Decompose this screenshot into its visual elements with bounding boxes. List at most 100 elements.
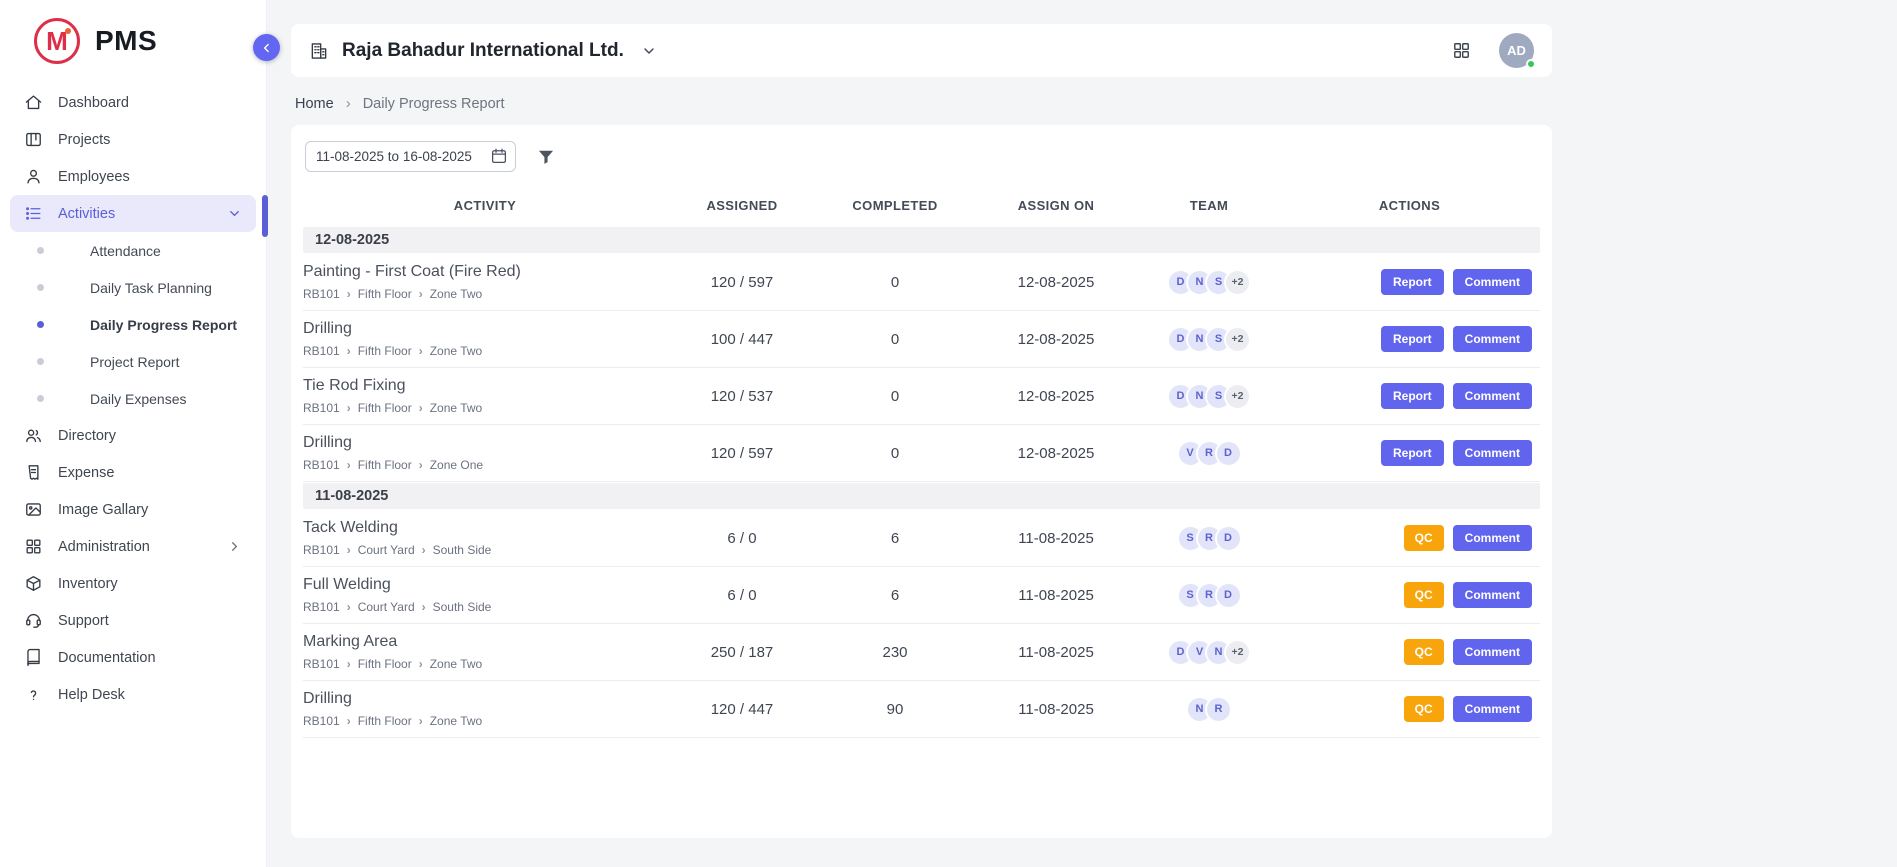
path-segment: RB101 xyxy=(303,287,340,301)
comment-button[interactable]: Comment xyxy=(1453,696,1532,722)
comment-button[interactable]: Comment xyxy=(1453,383,1532,409)
filter-button[interactable] xyxy=(536,147,556,167)
table-header-row: ACTIVITY ASSIGNED COMPLETED ASSIGN ON TE… xyxy=(303,184,1540,226)
assign-on-value: 12-08-2025 xyxy=(973,388,1139,405)
calendar-icon[interactable] xyxy=(490,147,508,165)
team-member-avatar[interactable]: D xyxy=(1215,440,1242,467)
sidebar-item-inventory[interactable]: Inventory xyxy=(10,565,256,602)
sidebar-item-image-gallery[interactable]: Image Gallary xyxy=(10,491,256,528)
row-actions: Report Comment xyxy=(1279,269,1540,295)
team-extra-count[interactable]: +2 xyxy=(1224,383,1251,410)
assigned-value: 100 / 447 xyxy=(667,331,817,348)
qc-button[interactable]: QC xyxy=(1404,582,1444,608)
team-avatars: D N S +2 xyxy=(1139,269,1279,296)
image-icon xyxy=(24,500,44,520)
activity-title: Full Welding xyxy=(303,576,667,594)
report-button[interactable]: Report xyxy=(1381,440,1444,466)
sidebar-item-support[interactable]: Support xyxy=(10,602,256,639)
column-header-completed: COMPLETED xyxy=(817,198,973,213)
sidebar-item-projects[interactable]: Projects xyxy=(10,121,256,158)
team-avatars: S R D xyxy=(1139,525,1279,552)
sidebar-item-help-desk[interactable]: Help Desk xyxy=(10,676,256,713)
sidebar-item-directory[interactable]: Directory xyxy=(10,417,256,454)
sidebar-item-documentation[interactable]: Documentation xyxy=(10,639,256,676)
sidebar-item-label: Administration xyxy=(58,539,150,555)
path-segment: RB101 xyxy=(303,714,340,728)
sidebar-subitem-project-report[interactable]: Project Report xyxy=(10,343,256,380)
sidebar-collapse-button[interactable] xyxy=(253,34,280,61)
breadcrumb-home-link[interactable]: Home xyxy=(295,96,334,112)
comment-button[interactable]: Comment xyxy=(1453,269,1532,295)
sidebar-item-dashboard[interactable]: Dashboard xyxy=(10,84,256,121)
team-member-avatar[interactable]: D xyxy=(1215,525,1242,552)
qc-button[interactable]: QC xyxy=(1404,696,1444,722)
comment-button[interactable]: Comment xyxy=(1453,326,1532,352)
sidebar-subitem-daily-task-planning[interactable]: Daily Task Planning xyxy=(10,269,256,306)
path-segment: Zone One xyxy=(430,458,483,472)
chevron-right-icon xyxy=(347,657,351,671)
date-range-input[interactable] xyxy=(305,141,516,172)
breadcrumb: Home Daily Progress Report xyxy=(295,95,1897,112)
path-segment: Fifth Floor xyxy=(358,401,412,415)
sidebar-item-employees[interactable]: Employees xyxy=(10,158,256,195)
sidebar-item-label: Support xyxy=(58,613,109,629)
path-segment: South Side xyxy=(433,600,492,614)
sidebar-item-label: Image Gallary xyxy=(58,502,148,518)
report-button[interactable]: Report xyxy=(1381,269,1444,295)
report-button[interactable]: Report xyxy=(1381,326,1444,352)
activity-title: Marking Area xyxy=(303,633,667,651)
chevron-right-icon xyxy=(419,344,423,358)
comment-button[interactable]: Comment xyxy=(1453,639,1532,665)
team-extra-count[interactable]: +2 xyxy=(1224,269,1251,296)
path-segment: South Side xyxy=(433,543,492,557)
team-member-avatar[interactable]: D xyxy=(1215,582,1242,609)
chevron-right-icon xyxy=(347,714,351,728)
comment-button[interactable]: Comment xyxy=(1453,440,1532,466)
list-icon xyxy=(24,204,44,224)
sidebar-item-expense[interactable]: Expense xyxy=(10,454,256,491)
sidebar-item-label: Directory xyxy=(58,428,116,444)
chevron-down-icon xyxy=(641,43,657,59)
team-avatars: S R D xyxy=(1139,582,1279,609)
activity-title: Tie Rod Fixing xyxy=(303,377,667,395)
column-header-activity: ACTIVITY xyxy=(303,198,667,213)
report-button[interactable]: Report xyxy=(1381,383,1444,409)
date-group-header: 11-08-2025 xyxy=(303,483,1540,509)
completed-value: 6 xyxy=(817,530,973,547)
sidebar-subitem-daily-progress-report[interactable]: Daily Progress Report xyxy=(10,306,256,343)
company-name: Raja Bahadur International Ltd. xyxy=(342,40,624,62)
bullet-icon xyxy=(37,284,44,291)
assign-on-value: 12-08-2025 xyxy=(973,445,1139,462)
team-extra-count[interactable]: +2 xyxy=(1224,326,1251,353)
activity-location-path: RB101Fifth FloorZone Two xyxy=(303,344,667,358)
online-status-dot xyxy=(1526,59,1536,69)
qc-button[interactable]: QC xyxy=(1404,525,1444,551)
app-title: PMS xyxy=(95,25,157,57)
team-extra-count[interactable]: +2 xyxy=(1224,639,1251,666)
sidebar-item-label: Help Desk xyxy=(58,687,125,703)
assigned-value: 6 / 0 xyxy=(667,587,817,604)
book-icon xyxy=(24,648,44,668)
user-icon xyxy=(24,167,44,187)
company-selector[interactable]: Raja Bahadur International Ltd. xyxy=(309,40,657,62)
comment-button[interactable]: Comment xyxy=(1453,525,1532,551)
chevron-right-icon xyxy=(346,95,351,112)
sidebar-item-activities[interactable]: Activities xyxy=(10,195,256,232)
team-member-avatar[interactable]: R xyxy=(1205,696,1232,723)
sidebar-subitem-attendance[interactable]: Attendance xyxy=(10,232,256,269)
activity-location-path: RB101Court YardSouth Side xyxy=(303,600,667,614)
building-icon xyxy=(309,41,329,61)
sidebar-item-administration[interactable]: Administration xyxy=(10,528,256,565)
activity-title: Drilling xyxy=(303,434,667,452)
apps-grid-icon[interactable] xyxy=(1452,41,1471,60)
table-row: Painting - First Coat (Fire Red) RB101Fi… xyxy=(303,254,1540,311)
question-icon xyxy=(24,685,44,705)
comment-button[interactable]: Comment xyxy=(1453,582,1532,608)
column-header-assign-on: ASSIGN ON xyxy=(973,198,1139,213)
app-logo: M PMS xyxy=(0,0,266,76)
chevron-right-icon xyxy=(347,458,351,472)
qc-button[interactable]: QC xyxy=(1404,639,1444,665)
team-avatars: D N S +2 xyxy=(1139,326,1279,353)
sidebar-subitem-daily-expenses[interactable]: Daily Expenses xyxy=(10,380,256,417)
user-avatar[interactable]: AD xyxy=(1499,33,1534,68)
